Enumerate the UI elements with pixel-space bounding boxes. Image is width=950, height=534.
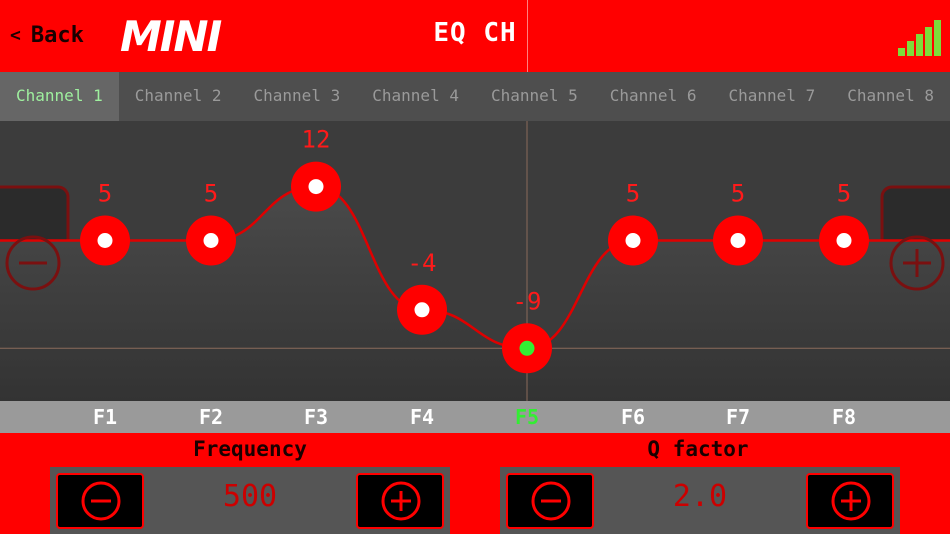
- filter-label-f8[interactable]: F8: [814, 401, 874, 433]
- tab-channel-2[interactable]: Channel 2: [119, 72, 238, 121]
- filter-label-f4[interactable]: F4: [392, 401, 452, 433]
- filter-gain-label-f3: 12: [302, 126, 331, 154]
- filter-handle-f3[interactable]: [291, 161, 341, 212]
- controls-panel: Frequency 500 Q factor 2.0: [0, 433, 950, 534]
- filter-handle-f5[interactable]: [502, 323, 552, 374]
- filter-label-f7[interactable]: F7: [708, 401, 768, 433]
- tab-channel-4[interactable]: Channel 4: [356, 72, 475, 121]
- minus-circle-icon: [531, 481, 571, 521]
- plus-circle-icon: [381, 481, 421, 521]
- q-factor-increase-button[interactable]: [806, 473, 894, 529]
- minus-circle-icon: [81, 481, 121, 521]
- filter-labels-row: F1 F2 F3 F4 F5 F6 F7 F8: [0, 401, 950, 433]
- filter-handle-f4[interactable]: [397, 284, 447, 335]
- filter-handle-f1[interactable]: [80, 215, 130, 266]
- signal-strength-icon: [898, 20, 941, 56]
- filter-gain-label-f7: 5: [731, 180, 745, 208]
- eq-curve-canvas: 5 5 12 -4 -9 5 5 5: [0, 121, 950, 401]
- back-button[interactable]: < Back: [10, 20, 84, 50]
- top-bar: < Back MINI EQ CH: [0, 0, 950, 72]
- plus-circle-icon: [831, 481, 871, 521]
- tab-channel-3[interactable]: Channel 3: [238, 72, 357, 121]
- back-label: Back: [30, 22, 84, 48]
- eq-curve-fill: [0, 186, 950, 401]
- header-divider: [527, 0, 528, 72]
- filter-handle-f6[interactable]: [608, 215, 658, 266]
- filter-label-f6[interactable]: F6: [603, 401, 663, 433]
- tab-channel-8[interactable]: Channel 8: [831, 72, 950, 121]
- filter-label-f1[interactable]: F1: [75, 401, 135, 433]
- filter-gain-label-f5: -9: [513, 287, 542, 315]
- eq-graph: 5 5 12 -4 -9 5 5 5: [0, 121, 950, 401]
- channel-tabs: Channel 1 Channel 2 Channel 3 Channel 4 Chan…: [0, 72, 950, 121]
- filter-label-f5[interactable]: F5: [497, 401, 557, 433]
- filter-gain-label-f2: 5: [204, 180, 218, 208]
- frequency-increase-button[interactable]: [356, 473, 444, 529]
- frequency-label: Frequency: [193, 437, 307, 461]
- filter-handle-f2[interactable]: [186, 215, 236, 266]
- filter-handle-f8[interactable]: [819, 215, 869, 266]
- logo: MINI: [120, 12, 222, 61]
- filter-label-f2[interactable]: F2: [181, 401, 241, 433]
- filter-gain-label-f1: 5: [98, 180, 112, 208]
- tab-channel-7[interactable]: Channel 7: [713, 72, 832, 121]
- q-factor-control: 2.0: [500, 467, 900, 534]
- tab-channel-6[interactable]: Channel 6: [594, 72, 713, 121]
- q-factor-decrease-button[interactable]: [506, 473, 594, 529]
- q-factor-label: Q factor: [647, 437, 749, 461]
- frequency-decrease-button[interactable]: [56, 473, 144, 529]
- filter-gain-label-f4: -4: [408, 249, 437, 277]
- filter-gain-label-f6: 5: [626, 180, 640, 208]
- chevron-left-icon: <: [10, 24, 21, 46]
- filter-label-f3[interactable]: F3: [286, 401, 346, 433]
- tab-channel-5[interactable]: Channel 5: [475, 72, 594, 121]
- filter-gain-label-f8: 5: [837, 180, 851, 208]
- q-factor-value: 2.0: [672, 479, 728, 514]
- tab-channel-1[interactable]: Channel 1: [0, 72, 119, 121]
- frequency-value: 500: [222, 479, 278, 514]
- frequency-control: 500: [50, 467, 450, 534]
- filter-handle-f7[interactable]: [713, 215, 763, 266]
